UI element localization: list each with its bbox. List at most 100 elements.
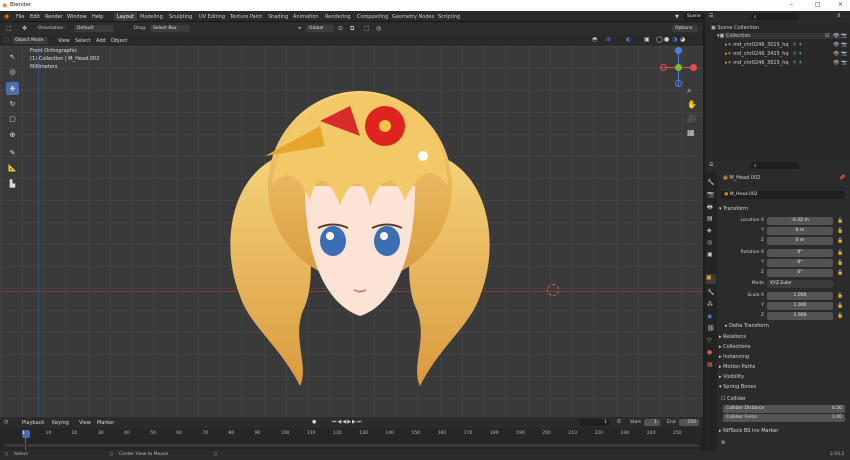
pivot-point-icon[interactable]: ⊙ [338, 25, 343, 32]
object-visibility-icon[interactable]: ◓ [592, 36, 597, 43]
viewport-menu-select[interactable]: Select [75, 38, 90, 44]
render-tab-icon[interactable]: 📷 [707, 191, 714, 198]
collections-header[interactable]: ▸ Collections [719, 344, 750, 350]
transform-panel-header[interactable]: ▾ Transform [719, 206, 748, 212]
rotation-y-field[interactable]: 0° [767, 259, 833, 267]
data-tab-icon[interactable]: ▽ [707, 337, 712, 344]
shading-material-icon[interactable]: ◑ [672, 36, 677, 43]
nifrools-header[interactable]: ▸ NifTools BS Inv Marker [719, 428, 779, 434]
transform-tool-icon[interactable]: ✥ [22, 25, 27, 32]
collection-checkbox[interactable]: ☑ [825, 33, 829, 39]
properties-search[interactable]: ⌕ [751, 162, 799, 169]
tab-animation[interactable]: Animation [290, 12, 322, 21]
outliner-search[interactable]: ⌕ [751, 13, 799, 20]
overlays-icon[interactable]: ◐ [626, 36, 631, 43]
lock-icon[interactable]: 🔓 [837, 313, 843, 319]
lock-icon[interactable]: 🔓 [837, 238, 843, 244]
proportional-edit-icon[interactable]: ◎ [376, 25, 381, 32]
tweak-tool[interactable]: ↖ [6, 50, 19, 63]
blender-menu-icon[interactable]: ◉ [4, 13, 9, 20]
location-z-field[interactable]: 0 m [767, 237, 833, 245]
drag-dropdown[interactable]: Select Box [150, 25, 190, 32]
lock-icon[interactable]: 🔓 [837, 250, 843, 256]
outliner-filter-icon[interactable]: ⊻ [837, 13, 841, 19]
timeline-area[interactable]: 1 10 20 30 40 50 60 70 80 90 100 110 120 130 140 150 160… [0, 428, 703, 450]
tab-texture-paint[interactable]: Texture Paint [227, 12, 265, 21]
tab-layout[interactable]: Layout [114, 12, 137, 21]
navigation-gizmo[interactable] [660, 46, 700, 90]
snap-target-icon[interactable]: ⬚ [364, 25, 370, 32]
output-tab-icon[interactable]: 🖶 [707, 203, 713, 213]
outliner-item-3[interactable]: ▸✶ md_chr0246_3615_hq ⚲ ✶ 👁 📷 [725, 60, 847, 66]
pan-hand-icon[interactable]: ✋ [687, 100, 697, 109]
instancing-header[interactable]: ▸ Instancing [719, 354, 749, 360]
collider-force-field[interactable]: Collider Force 1.00 [723, 414, 845, 422]
stopwatch-icon[interactable]: ⏱ [617, 419, 621, 425]
collection-render-icon[interactable]: 📷 [841, 33, 847, 39]
object-mode-dropdown[interactable]: Object Mode [12, 37, 48, 44]
viewport-gizmo-icon[interactable]: ⊕ [606, 36, 611, 43]
material-tab-icon[interactable]: ● [707, 349, 712, 356]
timeline-scrollbar[interactable] [4, 444, 699, 447]
tab-scripting[interactable]: Scripting [435, 12, 463, 21]
delta-transform-header[interactable]: ▸ Delta Transform [725, 323, 769, 329]
select-tool-icon[interactable]: ⬚ [6, 25, 12, 32]
scene-icon[interactable]: ▼ [675, 14, 679, 20]
maximize-button[interactable]: □ [815, 1, 821, 8]
collider-distance-field[interactable]: Collider Distance 0.50 [723, 405, 845, 413]
timeline-menu-view[interactable]: View [79, 420, 91, 426]
cursor-tool[interactable]: ◎ [6, 65, 19, 78]
outliner-editor-icon[interactable]: ☰ [709, 13, 713, 19]
add-cube-tool[interactable]: ▙ [6, 177, 19, 190]
camera-icon[interactable]: 🎥 [687, 114, 697, 123]
location-x-field[interactable]: -0.32 m [767, 217, 833, 225]
viewport-menu-add[interactable]: Add [96, 38, 106, 44]
item-render-icon[interactable]: 📷 [841, 42, 847, 48]
tab-uv-editing[interactable]: UV Editing [196, 12, 228, 21]
object-name-field[interactable]: ▣ M_Head.002 [721, 191, 845, 199]
xray-icon[interactable]: ▣ [644, 36, 650, 43]
motion-paths-header[interactable]: ▸ Motion Paths [719, 364, 755, 370]
item-render-icon[interactable]: 📷 [841, 51, 847, 57]
scale-z-field[interactable]: 1.000 [767, 312, 833, 320]
scale-y-field[interactable]: 1.000 [767, 302, 833, 310]
snap-icon[interactable]: ⧉ [350, 25, 354, 33]
rotation-z-field[interactable]: 0° [767, 269, 833, 277]
menu-file[interactable]: File [16, 14, 24, 20]
zoom-icon[interactable]: ⌕ [687, 86, 691, 96]
menu-help[interactable]: Help [92, 14, 103, 20]
tool-tab-icon[interactable]: 🔧 [707, 179, 714, 186]
annotate-tool[interactable]: ✎ [6, 146, 19, 159]
lock-icon[interactable]: 🔓 [837, 218, 843, 224]
current-frame-field[interactable]: 1 [580, 419, 610, 426]
start-frame-field[interactable]: 1 [644, 419, 660, 426]
collider-row[interactable]: ☐ Collider [721, 396, 746, 402]
lock-icon[interactable]: 🔓 [837, 228, 843, 234]
menu-edit[interactable]: Edit [30, 14, 40, 20]
outliner-item-2[interactable]: ▸✶ md_chr0246_3415_hq ⚲ ✶ 👁 📷 [725, 51, 847, 57]
shading-solid-icon[interactable]: ● [664, 36, 669, 43]
item-visibility-icon[interactable]: 👁 [833, 42, 839, 48]
rotate-tool[interactable]: ↻ [6, 97, 19, 110]
options-dropdown[interactable]: Options [672, 25, 698, 32]
rotation-mode-dropdown[interactable]: XYZ Euler [767, 280, 833, 288]
lock-icon[interactable]: 🔓 [837, 270, 843, 276]
relations-header[interactable]: ▸ Relations [719, 334, 746, 340]
editor-type-icon[interactable]: ⬚ [4, 37, 9, 43]
spring-bones-header[interactable]: ▾ Spring Bones [719, 384, 756, 390]
rotation-x-field[interactable]: 0° [767, 249, 833, 257]
item-visibility-icon[interactable]: 👁 [833, 51, 839, 57]
scale-x-field[interactable]: 1.000 [767, 292, 833, 300]
shading-rendered-icon[interactable]: ◕ [680, 36, 685, 43]
collection-visibility-icon[interactable]: 👁 [833, 33, 839, 39]
item-visibility-icon[interactable]: 👁 [833, 60, 839, 66]
viewport-menu-object[interactable]: Object [111, 38, 127, 44]
texture-tab-icon[interactable]: ▦ [707, 361, 713, 368]
tab-sculpting[interactable]: Sculpting [166, 12, 195, 21]
playback-controls[interactable]: ⏮◀◀▶▶⏭ [332, 419, 362, 425]
tab-compositing[interactable]: Compositing [354, 12, 391, 21]
close-button[interactable]: × [838, 1, 843, 8]
orientation-dropdown[interactable]: Default [74, 25, 114, 32]
location-y-field[interactable]: 0 m [767, 227, 833, 235]
measure-tool[interactable]: 📐 [6, 161, 19, 174]
